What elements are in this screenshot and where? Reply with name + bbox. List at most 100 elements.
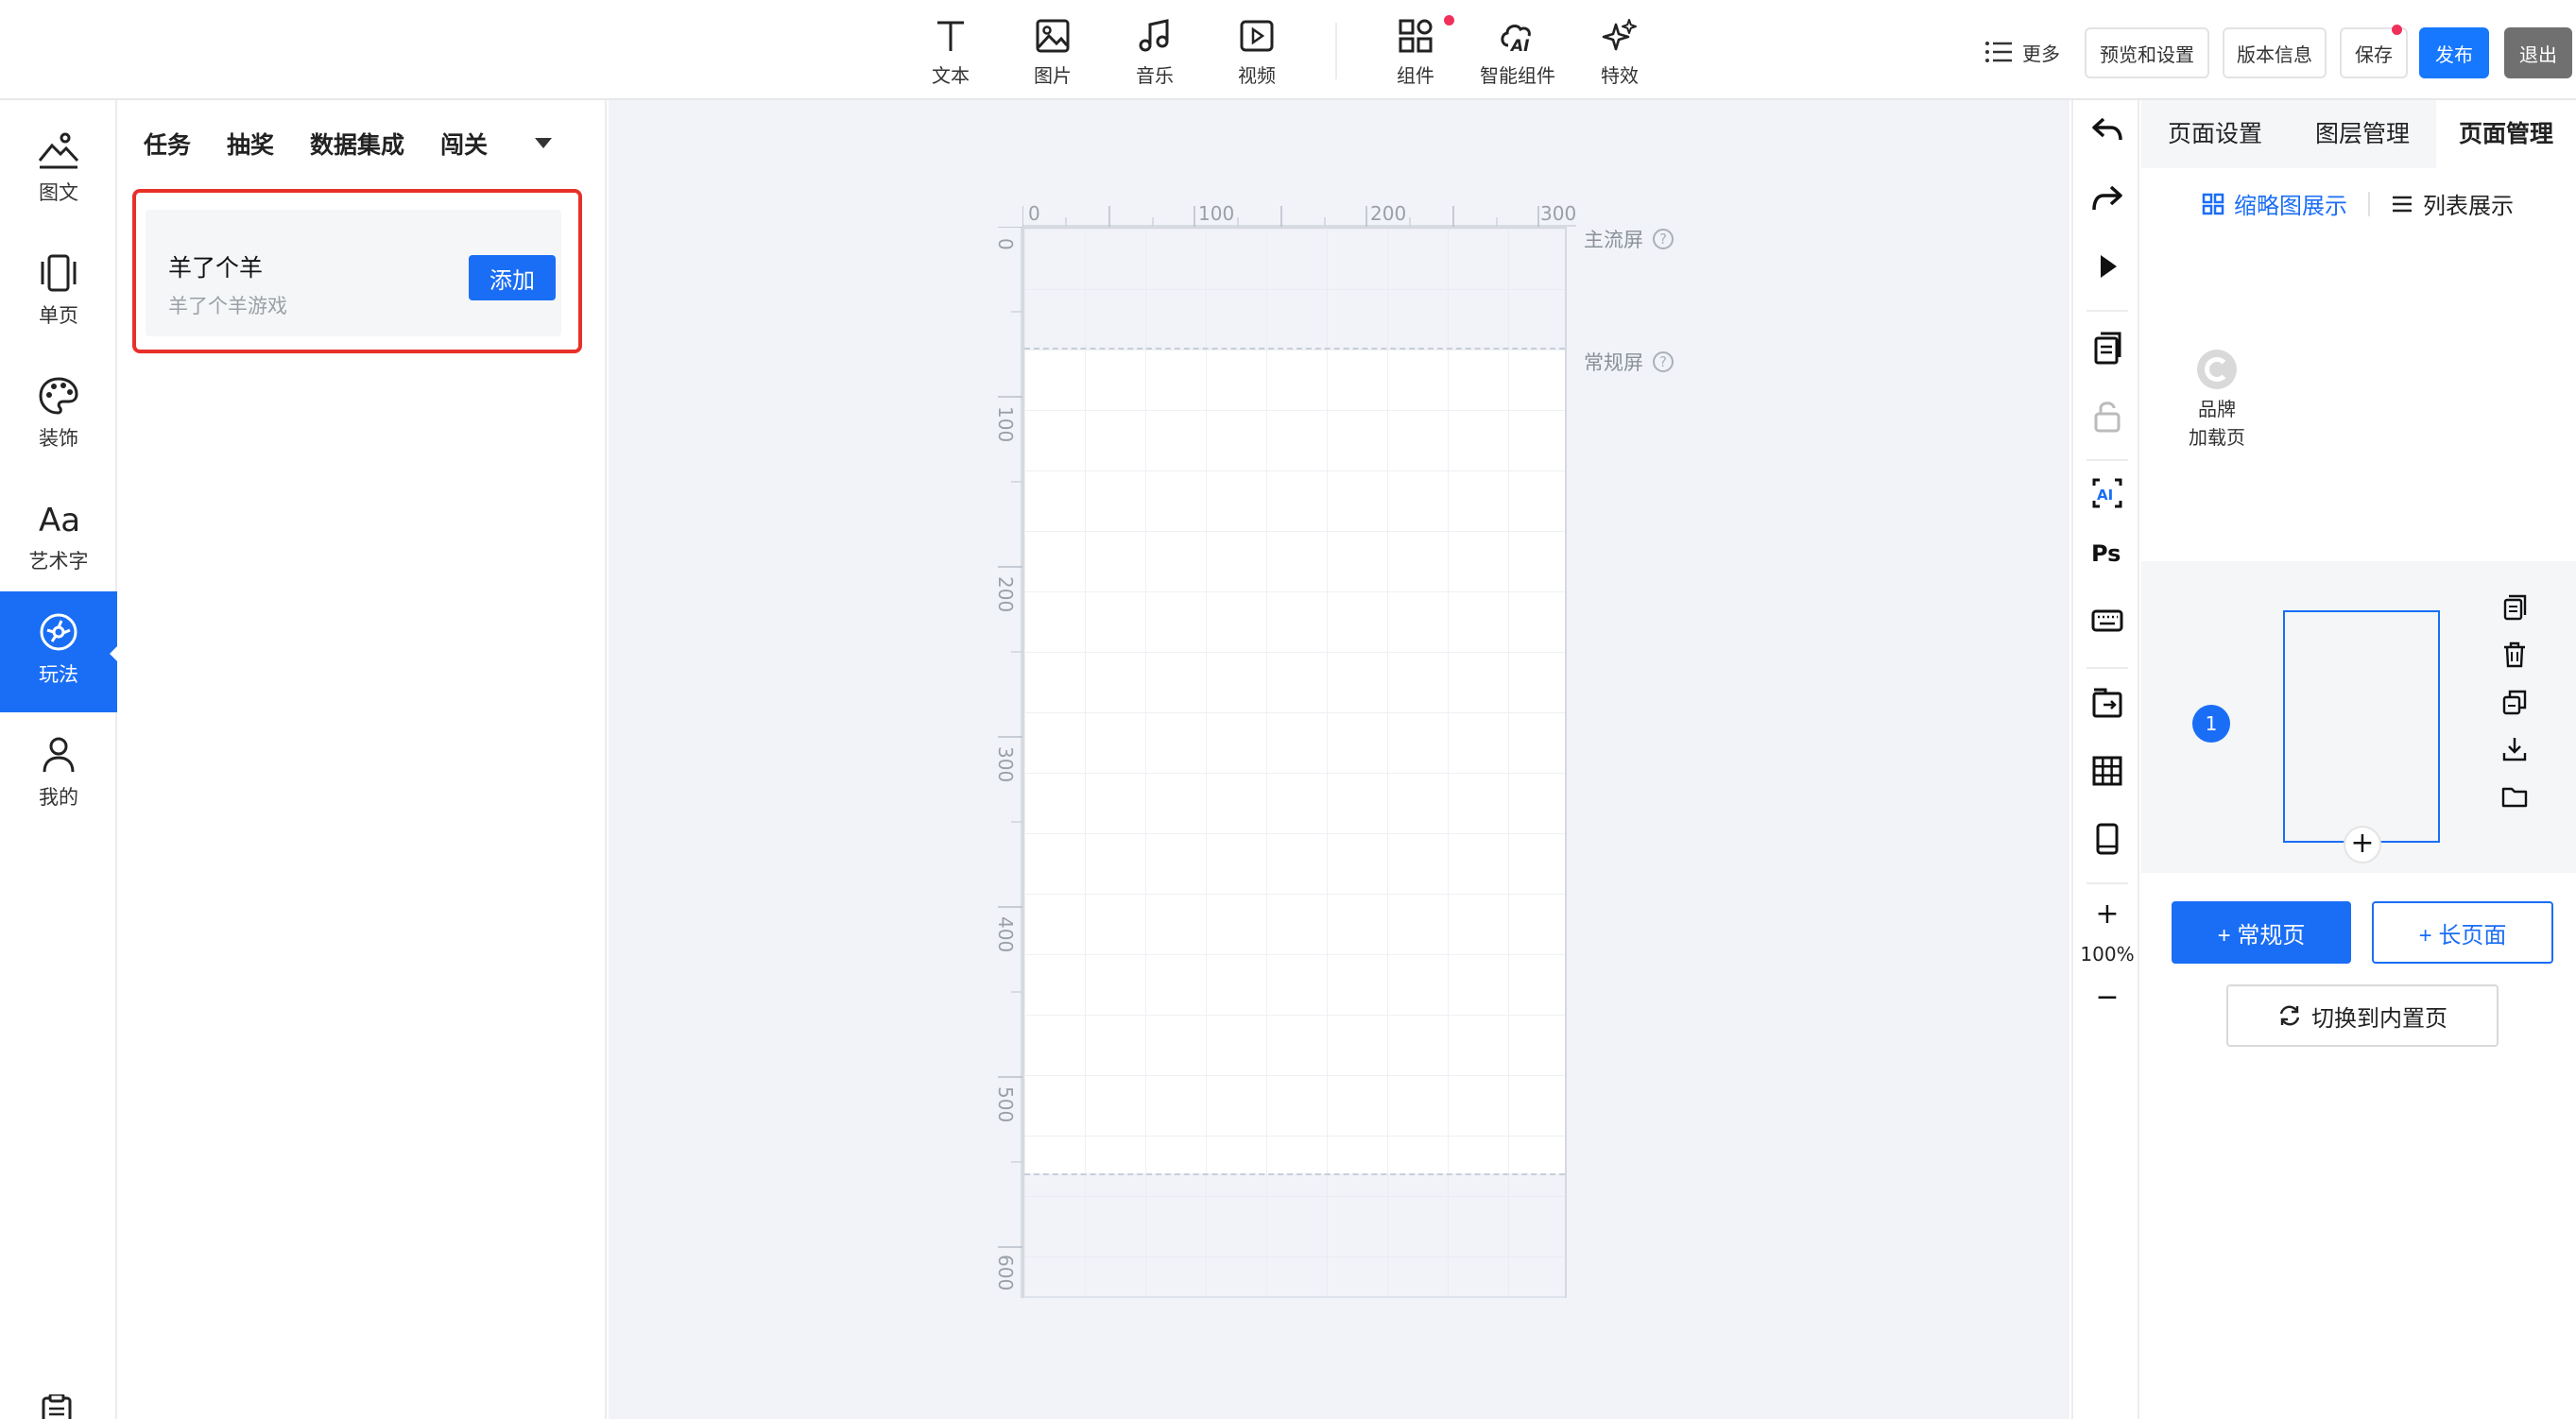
view-divider (2368, 191, 2370, 216)
keyboard-icon[interactable] (2090, 603, 2124, 637)
ai-components-icon: AI (1501, 25, 1531, 55)
strip-divider (2087, 882, 2128, 884)
clipboard-icon[interactable] (38, 1394, 76, 1419)
ai-icon[interactable]: AI (2090, 476, 2124, 510)
publish-button[interactable]: 发布 (2419, 27, 2489, 78)
redo-icon[interactable] (2090, 181, 2124, 215)
svg-text:AI: AI (1509, 37, 1529, 55)
preview-settings-button[interactable]: 预览和设置 (2085, 27, 2209, 78)
tab-task[interactable]: 任务 (144, 127, 191, 164)
tool-music-label: 音乐 (1136, 64, 1174, 87)
delete-page-icon[interactable] (2500, 641, 2529, 669)
ruler-left-label: 300 (994, 746, 1017, 783)
zoom-in-button[interactable]: + (2073, 898, 2141, 931)
view-list-toggle[interactable]: 列表展示 (2391, 187, 2514, 220)
download-page-icon[interactable] (2500, 735, 2529, 763)
ruler-top-label: 0 (1028, 202, 1040, 225)
bottom-screen-band (1024, 1173, 1565, 1298)
component-card[interactable]: 羊了个羊 羊了个羊游戏 添加 (146, 210, 561, 336)
tab-page-settings[interactable]: 页面设置 (2141, 100, 2289, 168)
ruler-left-label: 100 (994, 406, 1017, 443)
panel-tabs: 任务 抽奖 数据集成 闯关 (144, 127, 488, 164)
help-icon[interactable]: ? (1653, 351, 1674, 372)
panel-tabs-dropdown-icon[interactable] (535, 138, 552, 148)
tool-text-label: 文本 (932, 64, 970, 87)
add-long-page-button[interactable]: + 长页面 (2372, 901, 2553, 964)
tool-components[interactable]: 组件 (1370, 13, 1461, 93)
rail-label-mine: 我的 (39, 786, 78, 809)
tool-effects[interactable]: 特效 (1574, 13, 1665, 93)
device-icon[interactable] (2090, 822, 2124, 856)
rail-item-gameplay[interactable]: 玩法 (0, 591, 119, 712)
rail-item-single-page[interactable]: 单页 (0, 232, 117, 353)
page-thumbnail[interactable]: + (2283, 610, 2440, 863)
copy-icon[interactable] (2090, 331, 2124, 365)
more-button[interactable]: 更多 (1984, 36, 2060, 68)
help-icon[interactable]: ? (1653, 229, 1674, 249)
rail-active-notch (110, 644, 119, 663)
grid-icon[interactable] (2090, 754, 2124, 788)
folder-icon[interactable] (2500, 782, 2529, 811)
lock-icon[interactable] (2090, 399, 2124, 433)
music-icon (1139, 19, 1169, 52)
normal-screen-text: 常规屏 (1584, 351, 1643, 374)
strip-divider (2087, 459, 2128, 461)
zoom-out-button[interactable]: − (2073, 981, 2141, 1014)
page-number-badge: 1 (2192, 705, 2230, 743)
ruler-left-label: 500 (994, 1086, 1017, 1123)
play-icon[interactable] (2090, 249, 2124, 283)
duplicate-page-icon[interactable] (2500, 593, 2529, 622)
view-switch: 缩略图展示 列表展示 (2202, 187, 2514, 220)
tab-levels[interactable]: 闯关 (440, 127, 488, 164)
svg-text:Aa: Aa (39, 502, 80, 539)
ruler-top-label: 100 (1198, 202, 1235, 225)
save-badge (2392, 25, 2402, 35)
strip-divider (2087, 310, 2128, 312)
add-normal-page-button[interactable]: + 常规页 (2172, 901, 2351, 964)
rail-item-mine[interactable]: 我的 (0, 714, 117, 835)
ruler-left-label: 200 (994, 576, 1017, 613)
card-title: 羊了个羊 (168, 254, 264, 282)
right-panel: 页面设置 图层管理 页面管理 缩略图展示 列表展示 品牌 加载页 1 + + 常… (2141, 100, 2576, 1419)
page-list: 1 + (2141, 561, 2576, 873)
rail-item-decoration[interactable]: 装饰 (0, 355, 117, 476)
tab-page-management[interactable]: 页面管理 (2436, 100, 2576, 168)
tab-data-integration[interactable]: 数据集成 (310, 127, 404, 164)
phone-canvas[interactable] (1022, 227, 1567, 1298)
exit-button[interactable]: 退出 (2504, 27, 2572, 78)
loading-icon (2197, 350, 2237, 389)
copy-to-page-icon[interactable] (2500, 688, 2529, 716)
brand-loading-page[interactable]: 品牌 加载页 (2179, 350, 2255, 452)
tool-image[interactable]: 图片 (1007, 13, 1098, 93)
video-icon (1240, 20, 1274, 52)
components-icon (1399, 19, 1433, 53)
switch-builtin-label: 切换到内置页 (2311, 1005, 2447, 1032)
tool-ai-components-label: 智能组件 (1480, 64, 1555, 87)
tool-ai-components[interactable]: AI 智能组件 (1472, 13, 1563, 93)
gameplay-icon (40, 613, 77, 651)
undo-icon[interactable] (2090, 113, 2124, 147)
rail-item-image-text[interactable]: 图文 (0, 110, 117, 231)
brand-label-line: 品牌 (2198, 398, 2236, 420)
version-info-button[interactable]: 版本信息 (2223, 27, 2327, 78)
tab-layer-management[interactable]: 图层管理 (2289, 100, 2436, 168)
more-label: 更多 (2022, 42, 2060, 65)
view-thumbnail-toggle[interactable]: 缩略图展示 (2202, 187, 2347, 220)
rail-label-art-text: 艺术字 (28, 550, 89, 573)
tab-lottery[interactable]: 抽奖 (227, 127, 274, 164)
rail-item-art-text[interactable]: Aa 艺术字 (0, 478, 117, 599)
tool-text[interactable]: 文本 (905, 13, 996, 93)
tool-video[interactable]: 视频 (1211, 13, 1302, 93)
add-page-below-button[interactable]: + (2344, 826, 2381, 863)
replace-icon[interactable] (2090, 686, 2124, 720)
left-rail: 图文 单页 装饰 Aa 艺术字 玩法 我的 (0, 100, 119, 1419)
switch-builtin-page-button[interactable]: 切换到内置页 (2226, 984, 2499, 1047)
main-screen-label: 主流屏 ? (1584, 225, 1674, 253)
save-button[interactable]: 保存 (2340, 27, 2408, 78)
rail-label-single-page: 单页 (39, 304, 78, 327)
ruler-top-label: 200 (1370, 202, 1407, 225)
add-button[interactable]: 添加 (469, 255, 556, 300)
ps-icon[interactable]: Ps (2090, 535, 2124, 569)
tool-music[interactable]: 音乐 (1109, 13, 1200, 93)
art-text-icon: Aa (39, 502, 80, 539)
